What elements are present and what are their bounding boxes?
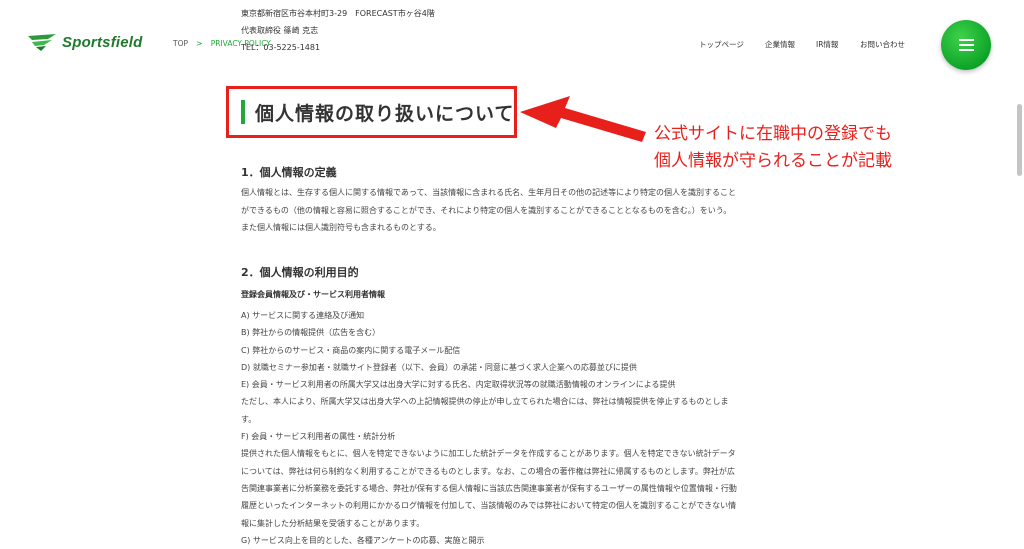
- list-item: 履歴といったインターネットの利用にかかるログ情報を付加して、当該情報のみでは弊社…: [241, 501, 737, 511]
- title-accent-bar: [241, 100, 245, 124]
- list-item: F) 会員・サービス利用者の属性・統計分析: [241, 432, 396, 442]
- body-line: また個人情報には個人識別符号も含まれるものとする。: [241, 223, 441, 232]
- annotation-line: 個人情報が守られることが記載: [654, 151, 892, 171]
- breadcrumb-top-link[interactable]: TOP: [173, 39, 188, 48]
- menu-line-icon: [959, 49, 974, 51]
- breadcrumb-separator: >: [196, 39, 203, 48]
- list-item: B) 弊社からの情報提供（広告を含む）: [241, 328, 381, 338]
- section-heading-definition: 1．個人情報の定義: [241, 166, 337, 179]
- list-item: 提供された個人情報をもとに、個人を特定できないように加工した統計データを作成する…: [241, 449, 736, 459]
- section-body-definition: 個人情報とは、生存する個人に関する情報であって、当該情報に含まれる氏名、生年月日…: [241, 184, 776, 237]
- page-title: 個人情報の取り扱いについて: [255, 103, 515, 125]
- section-heading-purpose: 2．個人情報の利用目的: [241, 266, 359, 279]
- annotation-text: 公式サイトに在職中の登録でも 個人情報が守られることが記載: [654, 121, 892, 175]
- list-item: D) 就職セミナー参加者・就職サイト登録者（以下、会員）の承諾・同意に基づく求人…: [241, 362, 637, 372]
- company-info: 東京都新宿区市谷本村町3-29 FORECAST市ヶ谷4階 代表取締役 篠崎 克…: [241, 5, 435, 56]
- list-item: については、弊社は何ら制約なく利用することができるものとします。なお、この場合の…: [241, 466, 735, 476]
- list-item: E) 会員・サービス利用者の所属大学又は出身大学に対する氏名、内定取得状況等の就…: [241, 380, 676, 390]
- scrollbar-thumb[interactable]: [1017, 104, 1022, 176]
- annotation-arrow-icon: [520, 96, 646, 142]
- logo-text: Sportsfield: [62, 33, 143, 51]
- nav-item-company[interactable]: 企業情報: [765, 39, 795, 50]
- company-representative: 代表取締役 篠崎 克志: [241, 26, 319, 35]
- logo-swoosh-icon: [28, 34, 56, 51]
- company-tel: TEL：03-5225-1481: [241, 43, 321, 52]
- nav-item-contact[interactable]: お問い合わせ: [860, 39, 905, 50]
- section-subheading: 登録会員情報及び・サービス利用者情報: [241, 290, 385, 299]
- list-item: す。: [241, 414, 257, 424]
- list-item: 報に集計した分析結果を受領することがあります。: [241, 518, 425, 528]
- hamburger-menu-button[interactable]: [941, 20, 991, 70]
- body-line: 個人情報とは、生存する個人に関する情報であって、当該情報に含まれる氏名、生年月日…: [241, 188, 736, 197]
- list-item: C) 弊社からのサービス・商品の案内に関する電子メール配信: [241, 345, 461, 355]
- body-line: ができるもの（他の情報と容易に照合することができ、それにより特定の個人を識別する…: [241, 205, 732, 215]
- company-address: 東京都新宿区市谷本村町3-29 FORECAST市ヶ谷4階: [241, 9, 435, 18]
- nav-item-top-page[interactable]: トップページ: [699, 39, 744, 50]
- list-item: G) サービス向上を目的とした、各種アンケートの応募、実施と開示: [241, 535, 485, 545]
- sportsfield-logo[interactable]: Sportsfield: [26, 32, 143, 52]
- list-item: ただし、本人により、所属大学又は出身大学への上記情報提供の停止が申し立てられた場…: [241, 397, 729, 407]
- purpose-list: A) サービスに関する連絡及び通知 B) 弊社からの情報提供（広告を含む） C)…: [241, 307, 776, 549]
- annotation-line: 公式サイトに在職中の登録でも: [654, 124, 892, 144]
- list-item: A) サービスに関する連絡及び通知: [241, 311, 365, 320]
- list-item: 告関連事業者に分析業務を委託する場合、弊社が保有する個人情報に当該広告関連事業者…: [241, 483, 737, 493]
- menu-line-icon: [959, 39, 974, 41]
- menu-line-icon: [959, 44, 974, 46]
- nav-item-ir[interactable]: IR情報: [816, 39, 838, 50]
